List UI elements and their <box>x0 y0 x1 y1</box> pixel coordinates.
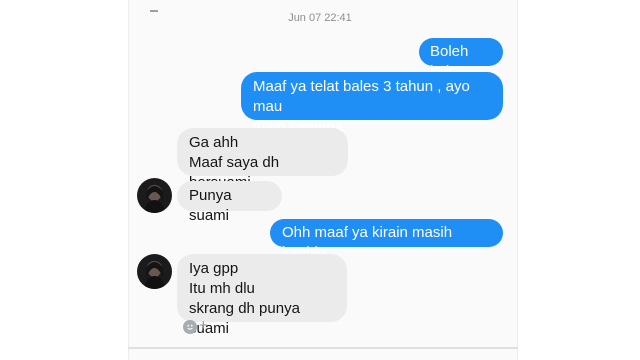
message-line: Iya gpp <box>189 260 239 277</box>
message-incoming[interactable]: Ga ahh Maaf saya dh bersuami <box>177 128 348 191</box>
composer-divider <box>128 347 518 349</box>
message-line: Maaf ya telat bales 3 tahun , ayo mau <box>253 78 470 115</box>
timestamp: Jun 07 22:41 <box>288 12 352 24</box>
contact-avatar[interactable] <box>137 254 172 289</box>
message-line: Itu mh dlu <box>189 280 255 297</box>
message-outgoing[interactable]: Ohh maaf ya kirain masih jomblo <box>270 219 503 261</box>
add-reaction-icon[interactable]: + <box>199 318 208 334</box>
message-line: Punya suami <box>189 187 232 224</box>
message-outgoing[interactable]: Maaf ya telat bales 3 tahun , ayo mau ma… <box>241 72 503 135</box>
message-outgoing[interactable]: Boleh kok <box>419 38 503 80</box>
smiley-icon[interactable] <box>183 320 197 334</box>
message-line: skrang dh punya suami <box>189 300 300 337</box>
message-incoming[interactable]: Iya gpp Itu mh dlu skrang dh punya suami <box>177 254 347 337</box>
message-incoming[interactable]: Punya suami <box>177 181 282 224</box>
message-line: Ga ahh <box>189 134 239 151</box>
contact-avatar[interactable] <box>137 178 172 213</box>
